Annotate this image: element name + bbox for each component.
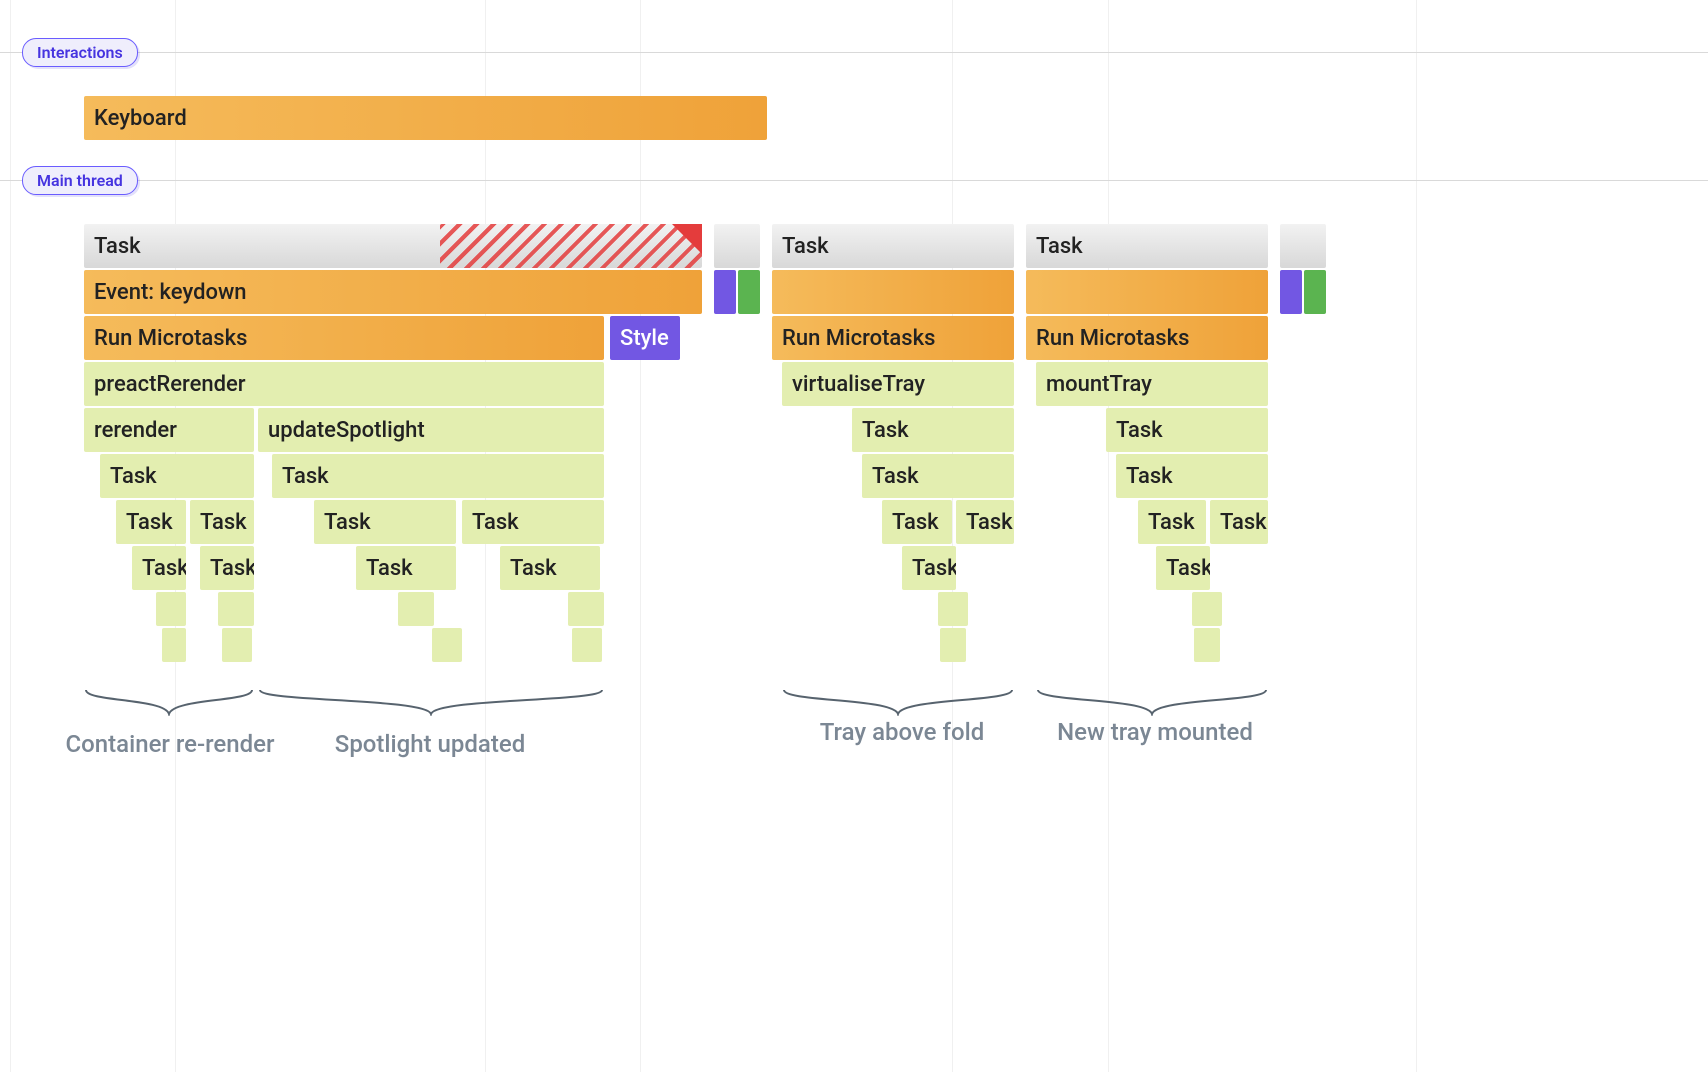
fn-bar[interactable]: rerender: [84, 408, 254, 452]
annotation-label: Tray above fold: [802, 718, 1002, 746]
brace-icon: [258, 688, 604, 716]
fn-bar[interactable]: mountTray: [1036, 362, 1268, 406]
fn-bar[interactable]: [222, 628, 252, 662]
task-bar-small[interactable]: [714, 224, 760, 268]
fn-bar[interactable]: [938, 592, 968, 626]
style-bar[interactable]: Style: [610, 316, 680, 360]
annotation-label: Spotlight updated: [300, 730, 560, 758]
fn-bar[interactable]: Task: [1106, 408, 1268, 452]
style-marker[interactable]: [1280, 270, 1302, 314]
fn-bar[interactable]: Task: [190, 500, 254, 544]
fn-bar[interactable]: [218, 592, 254, 626]
event-bar[interactable]: [1026, 270, 1268, 314]
fn-bar[interactable]: Task: [902, 546, 956, 590]
brace-icon: [782, 688, 1014, 716]
track-divider: [0, 52, 1708, 53]
event-bar[interactable]: Event: keydown: [84, 270, 702, 314]
task-bar[interactable]: Task: [772, 224, 1014, 268]
fn-bar[interactable]: Task: [462, 500, 604, 544]
track-pill-interactions[interactable]: Interactions: [22, 38, 138, 67]
microtasks-bar[interactable]: Run Microtasks: [84, 316, 604, 360]
timeline-canvas[interactable]: Interactions Main thread Keyboard Task T…: [0, 0, 1708, 1072]
layout-marker[interactable]: [1304, 270, 1326, 314]
fn-bar[interactable]: [568, 592, 604, 626]
track-divider: [0, 180, 1708, 181]
fn-bar[interactable]: [398, 592, 434, 626]
fn-bar[interactable]: [572, 628, 602, 662]
fn-bar[interactable]: virtualiseTray: [782, 362, 1014, 406]
task-bar[interactable]: Task: [84, 224, 702, 268]
microtasks-bar[interactable]: Run Microtasks: [772, 316, 1014, 360]
brace-icon: [1036, 688, 1268, 716]
fn-bar[interactable]: Task: [862, 454, 1014, 498]
gridline: [10, 0, 11, 1072]
fn-bar[interactable]: Task: [314, 500, 456, 544]
fn-bar[interactable]: Task: [272, 454, 604, 498]
microtasks-bar[interactable]: Run Microtasks: [1026, 316, 1268, 360]
fn-bar[interactable]: [156, 592, 186, 626]
style-marker[interactable]: [714, 270, 736, 314]
fn-bar[interactable]: Task: [1210, 500, 1268, 544]
fn-bar[interactable]: [162, 628, 186, 662]
interaction-bar[interactable]: Keyboard: [84, 96, 767, 140]
gridline: [952, 0, 953, 1072]
fn-bar[interactable]: [1194, 628, 1220, 662]
event-bar[interactable]: [772, 270, 1014, 314]
layout-marker[interactable]: [738, 270, 760, 314]
fn-bar[interactable]: Task: [956, 500, 1014, 544]
annotation-label: New tray mounted: [1040, 718, 1270, 746]
fn-bar[interactable]: Task: [1156, 546, 1210, 590]
fn-bar[interactable]: Task: [882, 500, 952, 544]
fn-bar[interactable]: Task: [1138, 500, 1206, 544]
fn-bar[interactable]: Task: [132, 546, 186, 590]
track-pill-main-thread[interactable]: Main thread: [22, 166, 138, 195]
fn-bar[interactable]: Task: [116, 500, 186, 544]
fn-bar[interactable]: Task: [200, 546, 254, 590]
brace-icon: [84, 688, 254, 716]
fn-bar[interactable]: Task: [356, 546, 456, 590]
gridline: [640, 0, 641, 1072]
fn-bar[interactable]: [940, 628, 966, 662]
fn-bar[interactable]: Task: [852, 408, 1014, 452]
fn-bar[interactable]: preactRerender: [84, 362, 604, 406]
task-bar-small[interactable]: [1280, 224, 1326, 268]
fn-bar[interactable]: Task: [1116, 454, 1268, 498]
fn-bar[interactable]: Task: [500, 546, 600, 590]
fn-bar[interactable]: [432, 628, 462, 662]
gridline: [1108, 0, 1109, 1072]
fn-bar[interactable]: Task: [100, 454, 254, 498]
gridline: [1416, 0, 1417, 1072]
task-bar[interactable]: Task: [1026, 224, 1268, 268]
fn-bar[interactable]: [1192, 592, 1222, 626]
annotation-label: Container re-render: [60, 730, 280, 758]
long-task-corner: [672, 224, 702, 254]
fn-bar[interactable]: updateSpotlight: [258, 408, 604, 452]
